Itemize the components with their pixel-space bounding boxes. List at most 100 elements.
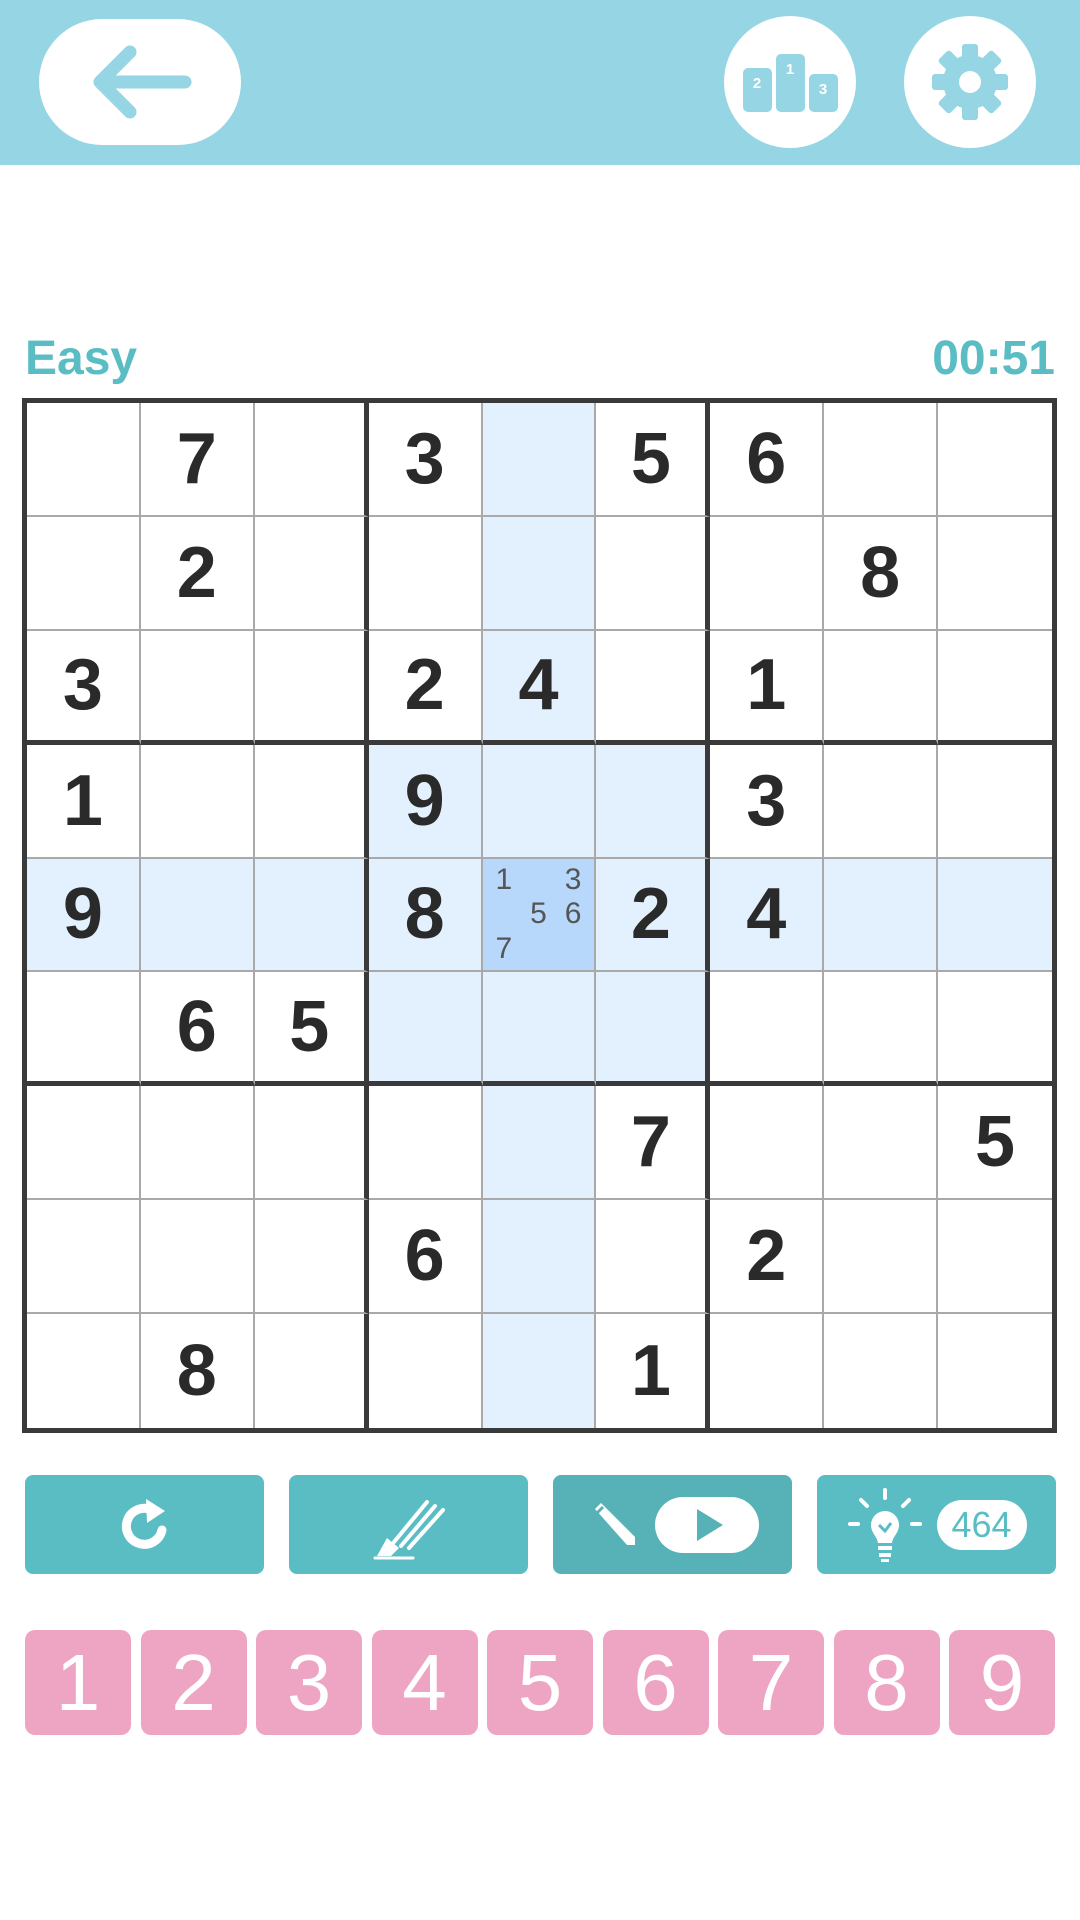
sudoku-cell-r1c4[interactable]: 3 bbox=[368, 403, 483, 517]
sudoku-cell-r4c1[interactable]: 1 bbox=[27, 744, 141, 859]
sudoku-cell-r6c4[interactable] bbox=[368, 972, 483, 1087]
sudoku-cell-r8c3[interactable] bbox=[254, 1200, 369, 1315]
sudoku-cell-r5c1[interactable]: 9 bbox=[27, 858, 141, 973]
sudoku-cell-r2c5[interactable] bbox=[482, 516, 597, 631]
sudoku-cell-r7c7[interactable] bbox=[710, 1086, 825, 1201]
sudoku-cell-r9c6[interactable]: 1 bbox=[596, 1314, 711, 1428]
number-button-3[interactable]: 3 bbox=[256, 1630, 362, 1735]
sudoku-cell-r3c1[interactable]: 3 bbox=[27, 630, 141, 745]
notes-button[interactable] bbox=[553, 1475, 792, 1574]
timer: 00:51 bbox=[932, 331, 1055, 385]
sudoku-cell-r4c8[interactable] bbox=[824, 744, 939, 859]
number-button-2[interactable]: 2 bbox=[140, 1630, 247, 1735]
sudoku-cell-r9c8[interactable] bbox=[824, 1314, 939, 1428]
sudoku-cell-r8c9[interactable] bbox=[938, 1200, 1052, 1315]
number-button-7[interactable]: 7 bbox=[718, 1630, 824, 1735]
sudoku-cell-r8c1[interactable] bbox=[27, 1200, 141, 1315]
sudoku-cell-r8c7[interactable]: 2 bbox=[710, 1200, 825, 1315]
sudoku-cell-r1c5[interactable] bbox=[482, 403, 597, 517]
sudoku-cell-r4c4[interactable]: 9 bbox=[368, 744, 483, 859]
sudoku-cell-r7c6[interactable]: 7 bbox=[596, 1086, 711, 1201]
sudoku-cell-r6c1[interactable] bbox=[27, 972, 141, 1087]
sudoku-cell-r6c3[interactable]: 5 bbox=[254, 972, 369, 1087]
sudoku-cell-r8c4[interactable]: 6 bbox=[368, 1200, 483, 1315]
sudoku-cell-r2c6[interactable] bbox=[596, 516, 711, 631]
number-button-1[interactable]: 1 bbox=[25, 1630, 131, 1735]
sudoku-cell-r8c2[interactable] bbox=[140, 1200, 255, 1315]
sudoku-cell-r5c8[interactable] bbox=[824, 858, 939, 973]
sudoku-cell-r4c6[interactable] bbox=[596, 744, 711, 859]
sudoku-cell-r9c9[interactable] bbox=[938, 1314, 1052, 1428]
sudoku-cell-r3c9[interactable] bbox=[938, 631, 1052, 745]
back-button[interactable] bbox=[39, 19, 241, 145]
sudoku-cell-r1c8[interactable] bbox=[824, 403, 939, 517]
sudoku-cell-r6c6[interactable] bbox=[596, 972, 711, 1087]
sudoku-cell-r7c9[interactable]: 5 bbox=[938, 1086, 1052, 1201]
sudoku-cell-r2c8[interactable]: 8 bbox=[824, 516, 939, 631]
sudoku-cell-r1c1[interactable] bbox=[27, 403, 141, 517]
sudoku-cell-r6c2[interactable]: 6 bbox=[140, 972, 255, 1087]
sudoku-cell-r9c4[interactable] bbox=[369, 1314, 483, 1428]
sudoku-cell-r3c6[interactable] bbox=[596, 630, 711, 745]
sudoku-cell-r8c5[interactable] bbox=[482, 1200, 597, 1315]
sudoku-cell-r6c9[interactable] bbox=[938, 972, 1052, 1087]
sudoku-cell-r5c2[interactable] bbox=[140, 858, 255, 973]
sudoku-cell-r3c4[interactable]: 2 bbox=[368, 630, 483, 745]
sudoku-cell-r4c5[interactable] bbox=[482, 744, 597, 859]
sudoku-cell-r5c4[interactable]: 8 bbox=[368, 858, 483, 973]
sudoku-cell-r3c2[interactable] bbox=[140, 630, 255, 745]
number-button-5[interactable]: 5 bbox=[487, 1630, 593, 1735]
number-button-4[interactable]: 4 bbox=[371, 1630, 478, 1735]
sudoku-cell-r4c7[interactable]: 3 bbox=[710, 744, 825, 859]
sudoku-cell-r5c6[interactable]: 2 bbox=[596, 858, 711, 973]
sudoku-cell-r7c3[interactable] bbox=[254, 1086, 369, 1201]
sudoku-cell-r1c6[interactable]: 5 bbox=[596, 403, 711, 517]
sudoku-cell-r3c5[interactable]: 4 bbox=[482, 630, 597, 745]
sudoku-cell-r4c3[interactable] bbox=[254, 744, 369, 859]
sudoku-cell-r2c7[interactable] bbox=[710, 516, 825, 631]
sudoku-cell-r7c5[interactable] bbox=[482, 1086, 597, 1201]
sudoku-cell-r1c3[interactable] bbox=[254, 403, 369, 517]
sudoku-cell-r2c3[interactable] bbox=[254, 516, 369, 631]
sudoku-cell-r5c7[interactable]: 4 bbox=[710, 858, 825, 973]
sudoku-cell-r2c2[interactable]: 2 bbox=[140, 516, 255, 631]
note-digit: 5 bbox=[530, 897, 547, 931]
sudoku-cell-r2c1[interactable] bbox=[27, 516, 141, 631]
sudoku-cell-r9c2[interactable]: 8 bbox=[141, 1314, 255, 1428]
sudoku-cell-r6c5[interactable] bbox=[482, 972, 597, 1087]
sudoku-cell-r4c2[interactable] bbox=[140, 744, 255, 859]
sudoku-cell-r3c3[interactable] bbox=[254, 630, 369, 745]
sudoku-cell-r7c1[interactable] bbox=[27, 1086, 141, 1201]
sudoku-cell-r9c5[interactable] bbox=[482, 1314, 597, 1428]
sudoku-cell-r3c8[interactable] bbox=[824, 630, 939, 745]
sudoku-cell-r2c4[interactable] bbox=[368, 516, 483, 631]
sudoku-cell-r7c2[interactable] bbox=[140, 1086, 255, 1201]
sudoku-cell-r7c4[interactable] bbox=[368, 1086, 483, 1201]
sudoku-cell-r2c9[interactable] bbox=[938, 517, 1052, 631]
erase-button[interactable] bbox=[289, 1475, 528, 1574]
hint-button[interactable]: 464 bbox=[817, 1475, 1056, 1574]
number-button-6[interactable]: 6 bbox=[602, 1630, 709, 1735]
sudoku-cell-r6c8[interactable] bbox=[824, 972, 939, 1087]
sudoku-cell-r6c7[interactable] bbox=[710, 972, 825, 1087]
leaderboard-button[interactable]: 2 1 3 bbox=[724, 16, 856, 148]
note-digit bbox=[521, 863, 556, 898]
number-button-9[interactable]: 9 bbox=[949, 1630, 1055, 1735]
settings-button[interactable] bbox=[904, 16, 1036, 148]
sudoku-cell-r1c2[interactable]: 7 bbox=[140, 403, 255, 517]
sudoku-cell-r9c1[interactable] bbox=[27, 1314, 141, 1428]
undo-button[interactable] bbox=[25, 1475, 264, 1574]
sudoku-cell-r8c6[interactable] bbox=[596, 1200, 711, 1315]
sudoku-cell-r9c7[interactable] bbox=[710, 1314, 825, 1428]
sudoku-cell-r5c9[interactable] bbox=[938, 858, 1052, 973]
number-button-8[interactable]: 8 bbox=[833, 1630, 940, 1735]
sudoku-cell-r9c3[interactable] bbox=[255, 1314, 369, 1428]
sudoku-cell-r4c9[interactable] bbox=[938, 745, 1052, 859]
sudoku-cell-r5c5[interactable]: 1 356 7 bbox=[482, 858, 597, 973]
sudoku-cell-r5c3[interactable] bbox=[254, 858, 369, 973]
sudoku-cell-r1c9[interactable] bbox=[938, 403, 1052, 517]
sudoku-cell-r3c7[interactable]: 1 bbox=[710, 630, 825, 745]
sudoku-cell-r8c8[interactable] bbox=[824, 1200, 939, 1315]
sudoku-cell-r1c7[interactable]: 6 bbox=[710, 403, 825, 517]
sudoku-cell-r7c8[interactable] bbox=[824, 1086, 939, 1201]
